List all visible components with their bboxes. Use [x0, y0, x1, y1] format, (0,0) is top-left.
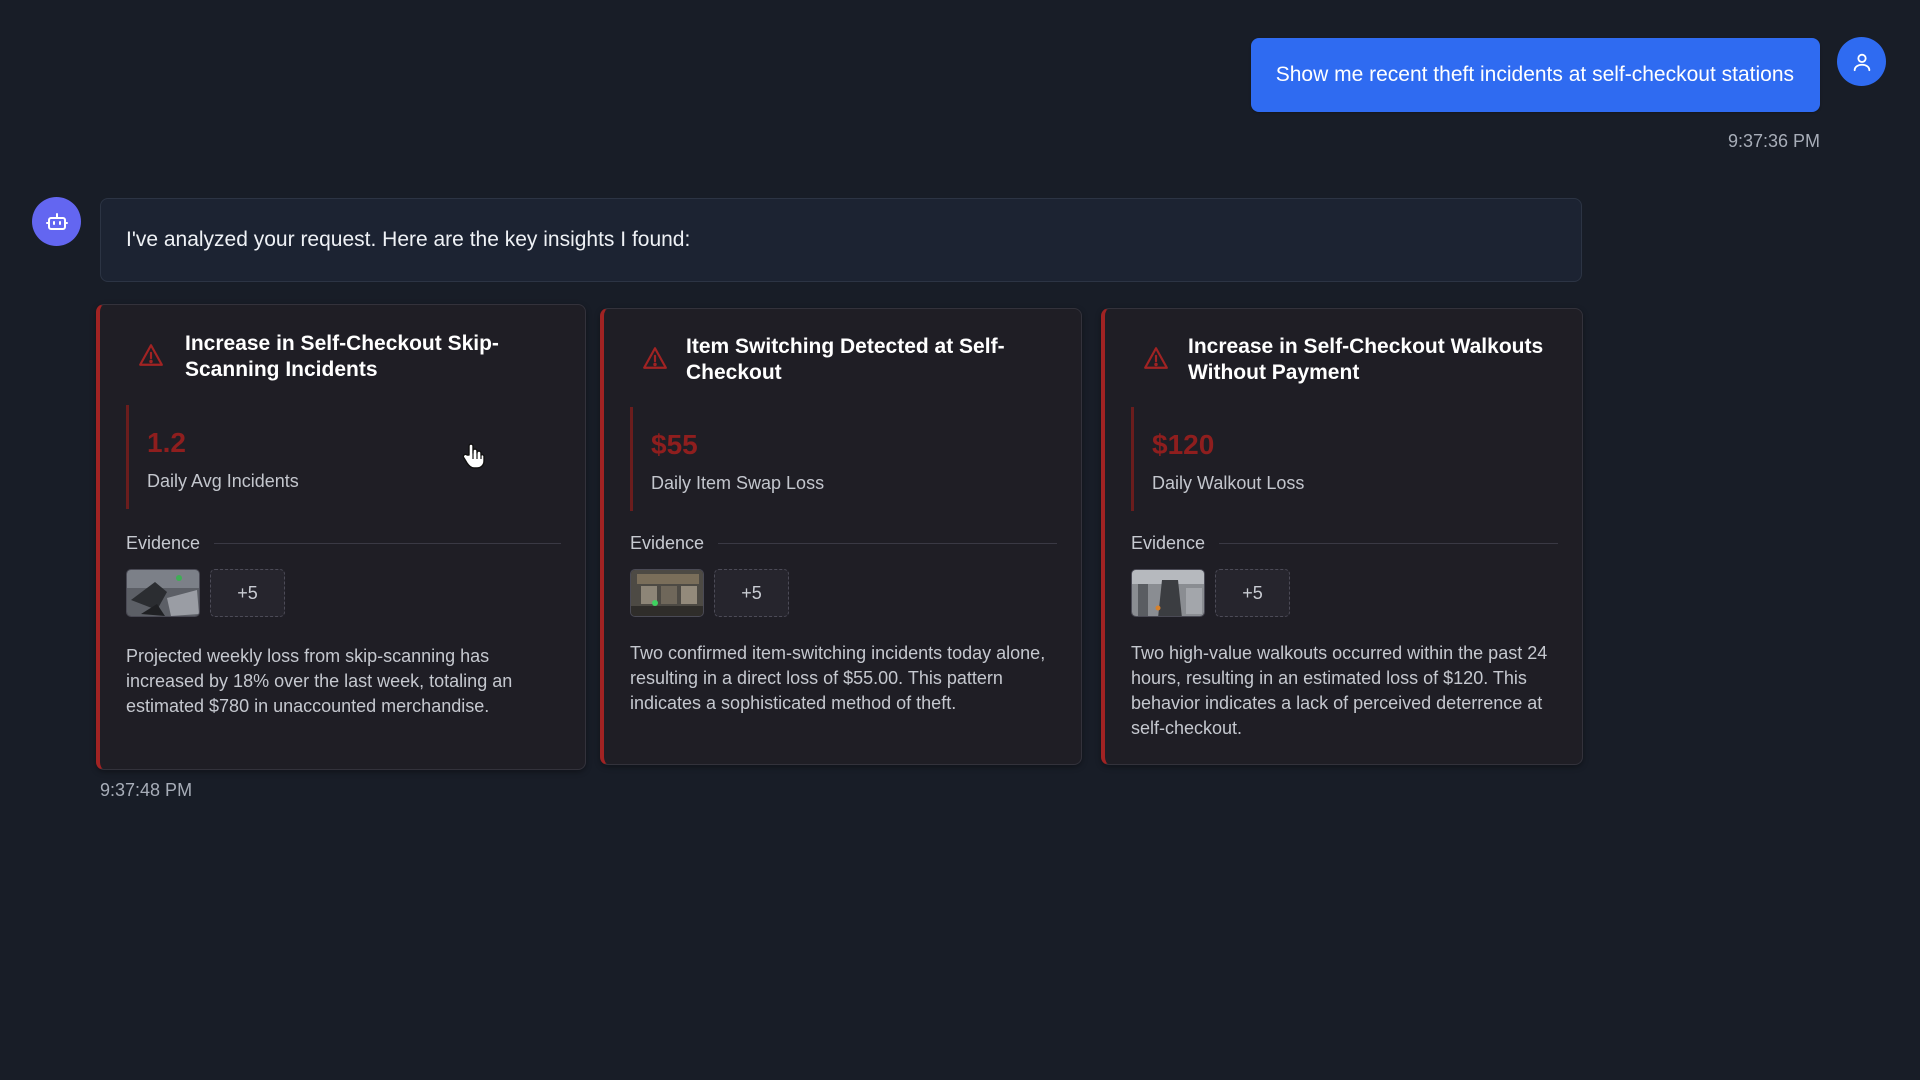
evidence-thumbnail[interactable]	[1131, 569, 1205, 617]
insight-card-walkouts[interactable]: Increase in Self-Checkout Walkouts Witho…	[1101, 308, 1583, 765]
user-icon	[1853, 53, 1870, 71]
more-evidence-button[interactable]: +5	[210, 569, 285, 617]
metric-value: $120	[1152, 429, 1215, 460]
card-description: Two high-value walkouts occurred within …	[1131, 643, 1548, 738]
user-message-timestamp: 9:37:36 PM	[1727, 131, 1820, 151]
metric-label: Daily Walkout Loss	[1152, 473, 1305, 493]
card-title: Item Switching Detected at Self-Checkout	[686, 335, 1005, 384]
warning-icon	[139, 344, 163, 366]
warning-icon	[643, 347, 667, 369]
metric-block: 1.2 Daily Avg Incidents	[126, 405, 299, 509]
evidence-header: Evidence	[126, 533, 561, 554]
more-evidence-button[interactable]: +5	[1215, 569, 1290, 617]
divider	[1219, 543, 1558, 544]
evidence-label: Evidence	[630, 533, 705, 553]
evidence-header: Evidence	[630, 533, 1057, 554]
evidence-thumbnail[interactable]	[630, 569, 704, 617]
warning-icon	[1144, 347, 1168, 369]
more-evidence-button[interactable]: +5	[714, 569, 789, 617]
evidence-thumbnails: +5	[1131, 569, 1290, 617]
divider	[214, 543, 561, 544]
card-description: Two confirmed item-switching incidents t…	[630, 643, 1046, 713]
divider	[718, 543, 1057, 544]
evidence-thumbnails: +5	[126, 569, 285, 617]
card-title: Increase in Self-Checkout Skip-Scanning …	[185, 332, 499, 381]
card-description: Projected weekly loss from skip-scanning…	[126, 646, 513, 716]
hand-cursor-icon	[462, 443, 485, 469]
robot-icon	[45, 212, 68, 230]
card-title: Increase in Self-Checkout Walkouts Witho…	[1188, 335, 1544, 384]
user-avatar	[1837, 37, 1886, 86]
bot-message-timestamp: 9:37:48 PM	[100, 780, 193, 800]
bot-message-bubble: I've analyzed your request. Here are the…	[100, 198, 1582, 282]
evidence-header: Evidence	[1131, 533, 1558, 554]
metric-block: $120 Daily Walkout Loss	[1131, 407, 1304, 511]
insight-card-skip-scanning[interactable]: Increase in Self-Checkout Skip-Scanning …	[96, 304, 586, 770]
metric-label: Daily Avg Incidents	[147, 471, 299, 491]
insight-card-item-switching[interactable]: Item Switching Detected at Self-Checkout…	[600, 308, 1082, 765]
chat-page: Show me recent theft incidents at self-c…	[0, 0, 1920, 1080]
evidence-label: Evidence	[126, 533, 201, 553]
bot-avatar	[32, 197, 81, 246]
user-message: Show me recent theft incidents at self-c…	[1250, 38, 1820, 152]
user-message-bubble: Show me recent theft incidents at self-c…	[1250, 38, 1820, 112]
metric-value: $55	[651, 429, 698, 460]
evidence-thumbnail[interactable]	[126, 569, 200, 617]
metric-label: Daily Item Swap Loss	[651, 473, 825, 493]
evidence-label: Evidence	[1131, 533, 1206, 553]
evidence-thumbnails: +5	[630, 569, 789, 617]
metric-block: $55 Daily Item Swap Loss	[630, 407, 824, 511]
bot-message-text: I've analyzed your request. Here are the…	[126, 228, 691, 251]
metric-value: 1.2	[147, 427, 186, 458]
